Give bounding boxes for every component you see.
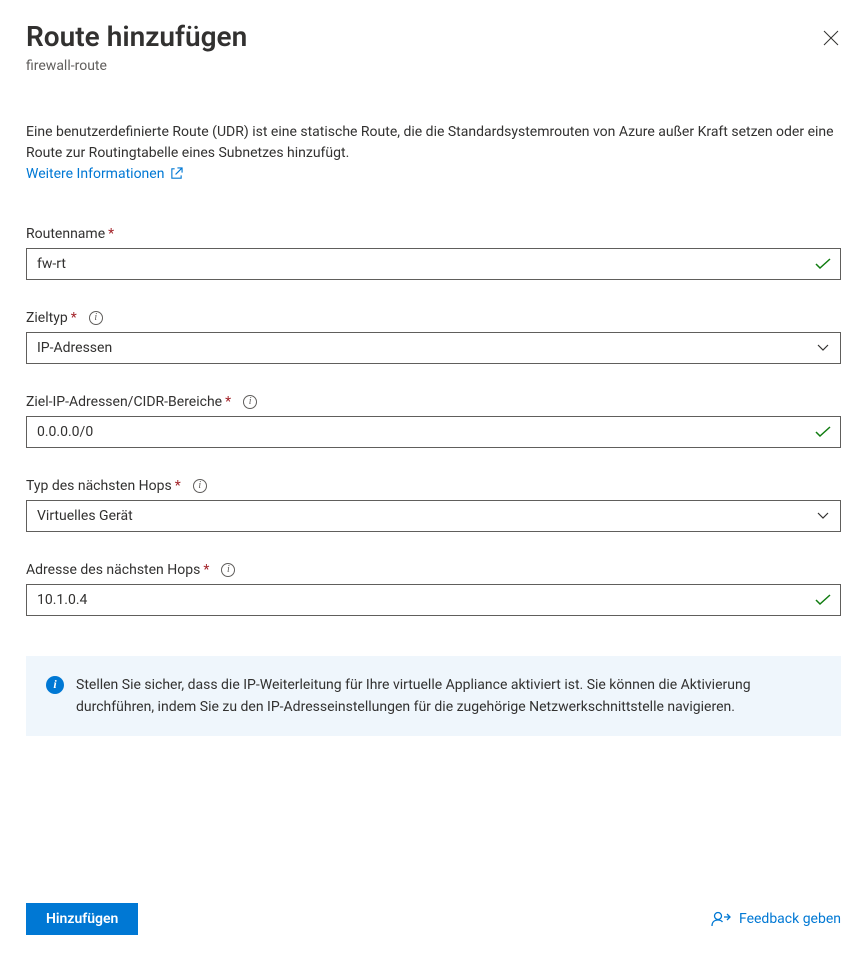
destination-cidr-label: Ziel-IP-Adressen/CIDR-Bereiche* i — [26, 394, 841, 410]
next-hop-type-field: Typ des nächsten Hops* i Virtuelles Gerä… — [26, 478, 841, 532]
route-name-input[interactable] — [26, 248, 841, 280]
info-icon[interactable]: i — [221, 563, 235, 577]
required-indicator: * — [108, 226, 114, 242]
next-hop-address-label: Adresse des nächsten Hops* i — [26, 562, 841, 578]
next-hop-type-select[interactable]: Virtuelles Gerät — [26, 500, 841, 532]
required-indicator: * — [175, 478, 181, 494]
feedback-link[interactable]: Feedback geben — [711, 909, 841, 929]
required-indicator: * — [225, 394, 231, 410]
external-link-icon — [170, 167, 183, 180]
required-indicator: * — [71, 310, 77, 326]
info-box-text: Stellen Sie sicher, dass die IP-Weiterle… — [76, 674, 821, 719]
add-route-blade: Route hinzufügen firewall-route Eine ben… — [0, 0, 867, 957]
destination-type-label: Zieltyp* i — [26, 310, 841, 326]
route-name-label: Routenname* — [26, 226, 841, 242]
next-hop-address-input[interactable] — [26, 584, 841, 616]
destination-cidr-field: Ziel-IP-Adressen/CIDR-Bereiche* i — [26, 394, 841, 448]
close-icon — [823, 30, 839, 46]
close-button[interactable] — [821, 28, 841, 48]
route-name-field: Routenname* — [26, 226, 841, 280]
next-hop-type-label: Typ des nächsten Hops* i — [26, 478, 841, 494]
learn-more-label: Weitere Informationen — [26, 166, 164, 182]
feedback-icon — [711, 909, 731, 929]
destination-type-select[interactable]: IP-Adressen — [26, 332, 841, 364]
intro-description: Eine benutzerdefinierte Route (UDR) ist … — [26, 122, 841, 164]
blade-footer: Hinzufügen Feedback geben — [26, 885, 841, 957]
info-icon[interactable]: i — [89, 311, 103, 325]
add-button[interactable]: Hinzufügen — [26, 903, 138, 935]
feedback-label: Feedback geben — [739, 911, 841, 927]
required-indicator: * — [203, 562, 209, 578]
page-title: Route hinzufügen — [26, 20, 247, 54]
info-filled-icon: i — [46, 676, 64, 694]
learn-more-link[interactable]: Weitere Informationen — [26, 166, 841, 182]
blade-header: Route hinzufügen — [26, 20, 841, 54]
page-subtitle: firewall-route — [26, 58, 841, 74]
next-hop-address-field: Adresse des nächsten Hops* i — [26, 562, 841, 616]
destination-type-field: Zieltyp* i IP-Adressen — [26, 310, 841, 364]
destination-cidr-input[interactable] — [26, 416, 841, 448]
info-icon[interactable]: i — [243, 395, 257, 409]
info-icon[interactable]: i — [193, 479, 207, 493]
ip-forwarding-info: i Stellen Sie sicher, dass die IP-Weiter… — [26, 656, 841, 737]
